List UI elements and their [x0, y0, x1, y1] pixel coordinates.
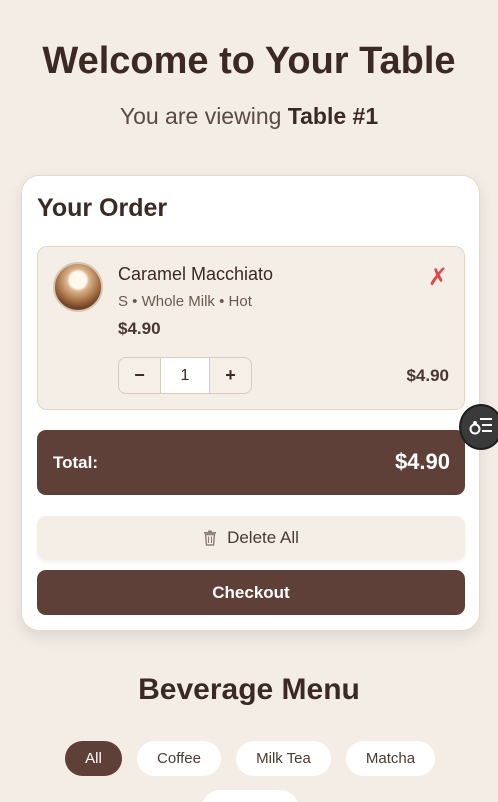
- accessibility-menu-button[interactable]: [459, 404, 498, 450]
- quantity-stepper: − 1 +: [118, 357, 252, 394]
- total-value: $4.90: [394, 449, 450, 474]
- total-label: Total:: [53, 453, 99, 472]
- table-subtitle: You are viewing Table #1: [0, 103, 498, 130]
- item-thumbnail: [53, 262, 103, 312]
- category-filters: All Coffee Milk Tea Matcha: [0, 741, 498, 777]
- order-card: Your Order Caramel Macchiato S • Whole M…: [21, 175, 480, 631]
- item-price: $4.90: [118, 319, 161, 338]
- decrease-quantity-button[interactable]: −: [119, 358, 160, 393]
- delete-all-label: Delete All: [227, 528, 299, 547]
- order-title: Your Order: [37, 194, 168, 222]
- trash-icon: [203, 530, 217, 546]
- checkout-button[interactable]: Checkout: [37, 570, 465, 615]
- increase-quantity-button[interactable]: +: [210, 358, 251, 393]
- order-item: Caramel Macchiato S • Whole Milk • Hot $…: [37, 246, 465, 410]
- filter-milk-tea[interactable]: Milk Tea: [236, 741, 331, 776]
- total-bar: Total: $4.90: [37, 430, 465, 495]
- table-label: Table #1: [287, 103, 379, 129]
- filter-coffee[interactable]: Coffee: [137, 741, 221, 776]
- item-name: Caramel Macchiato: [118, 264, 274, 284]
- menu-title: Beverage Menu: [138, 673, 360, 706]
- item-options: S • Whole Milk • Hot: [118, 293, 252, 310]
- filter-next-row[interactable]: [202, 790, 298, 802]
- filter-all[interactable]: All: [65, 741, 122, 776]
- page-title: Welcome to Your Table: [42, 40, 456, 82]
- filter-matcha[interactable]: Matcha: [346, 741, 435, 776]
- remove-item-button[interactable]: ✗: [428, 266, 448, 290]
- item-line-total: $4.90: [406, 366, 449, 385]
- subtitle-prefix: You are viewing: [119, 103, 288, 129]
- quantity-value: 1: [160, 358, 210, 393]
- delete-all-button[interactable]: Delete All: [37, 516, 465, 560]
- accessibility-menu-icon: [468, 414, 494, 441]
